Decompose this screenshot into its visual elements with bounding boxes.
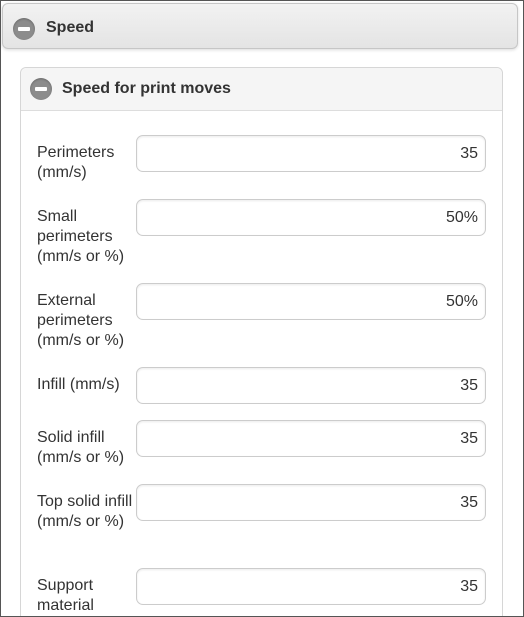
infill-label: Infill (mm/s) bbox=[37, 376, 120, 393]
external-perimeters-label: External perimeters (mm/s or %) bbox=[37, 292, 125, 349]
solid-infill-input[interactable] bbox=[136, 420, 486, 457]
collapse-minus-icon[interactable] bbox=[30, 78, 52, 100]
print-moves-header[interactable]: Speed for print moves bbox=[21, 68, 502, 111]
external-perimeters-input[interactable] bbox=[136, 283, 486, 320]
section-title: Speed bbox=[46, 19, 95, 36]
support-material-input[interactable] bbox=[136, 568, 486, 605]
support-material-label: Support material bbox=[37, 577, 94, 614]
perimeters-input[interactable] bbox=[136, 135, 486, 172]
speed-section-header[interactable]: Speed bbox=[2, 3, 518, 49]
infill-input[interactable] bbox=[136, 367, 486, 404]
top-solid-infill-label: Top solid infill (mm/s or %) bbox=[37, 493, 133, 530]
small-perimeters-label: Small perimeters (mm/s or %) bbox=[37, 208, 125, 265]
perimeters-label: Perimeters (mm/s) bbox=[37, 144, 115, 181]
subsection-title: Speed for print moves bbox=[62, 80, 231, 97]
solid-infill-label: Solid infill (mm/s or %) bbox=[37, 429, 125, 466]
settings-window: Speed Speed for print moves Perimeters (… bbox=[0, 0, 524, 617]
small-perimeters-input[interactable] bbox=[136, 199, 486, 236]
collapse-minus-icon[interactable] bbox=[13, 18, 35, 40]
top-solid-infill-input[interactable] bbox=[136, 484, 486, 521]
